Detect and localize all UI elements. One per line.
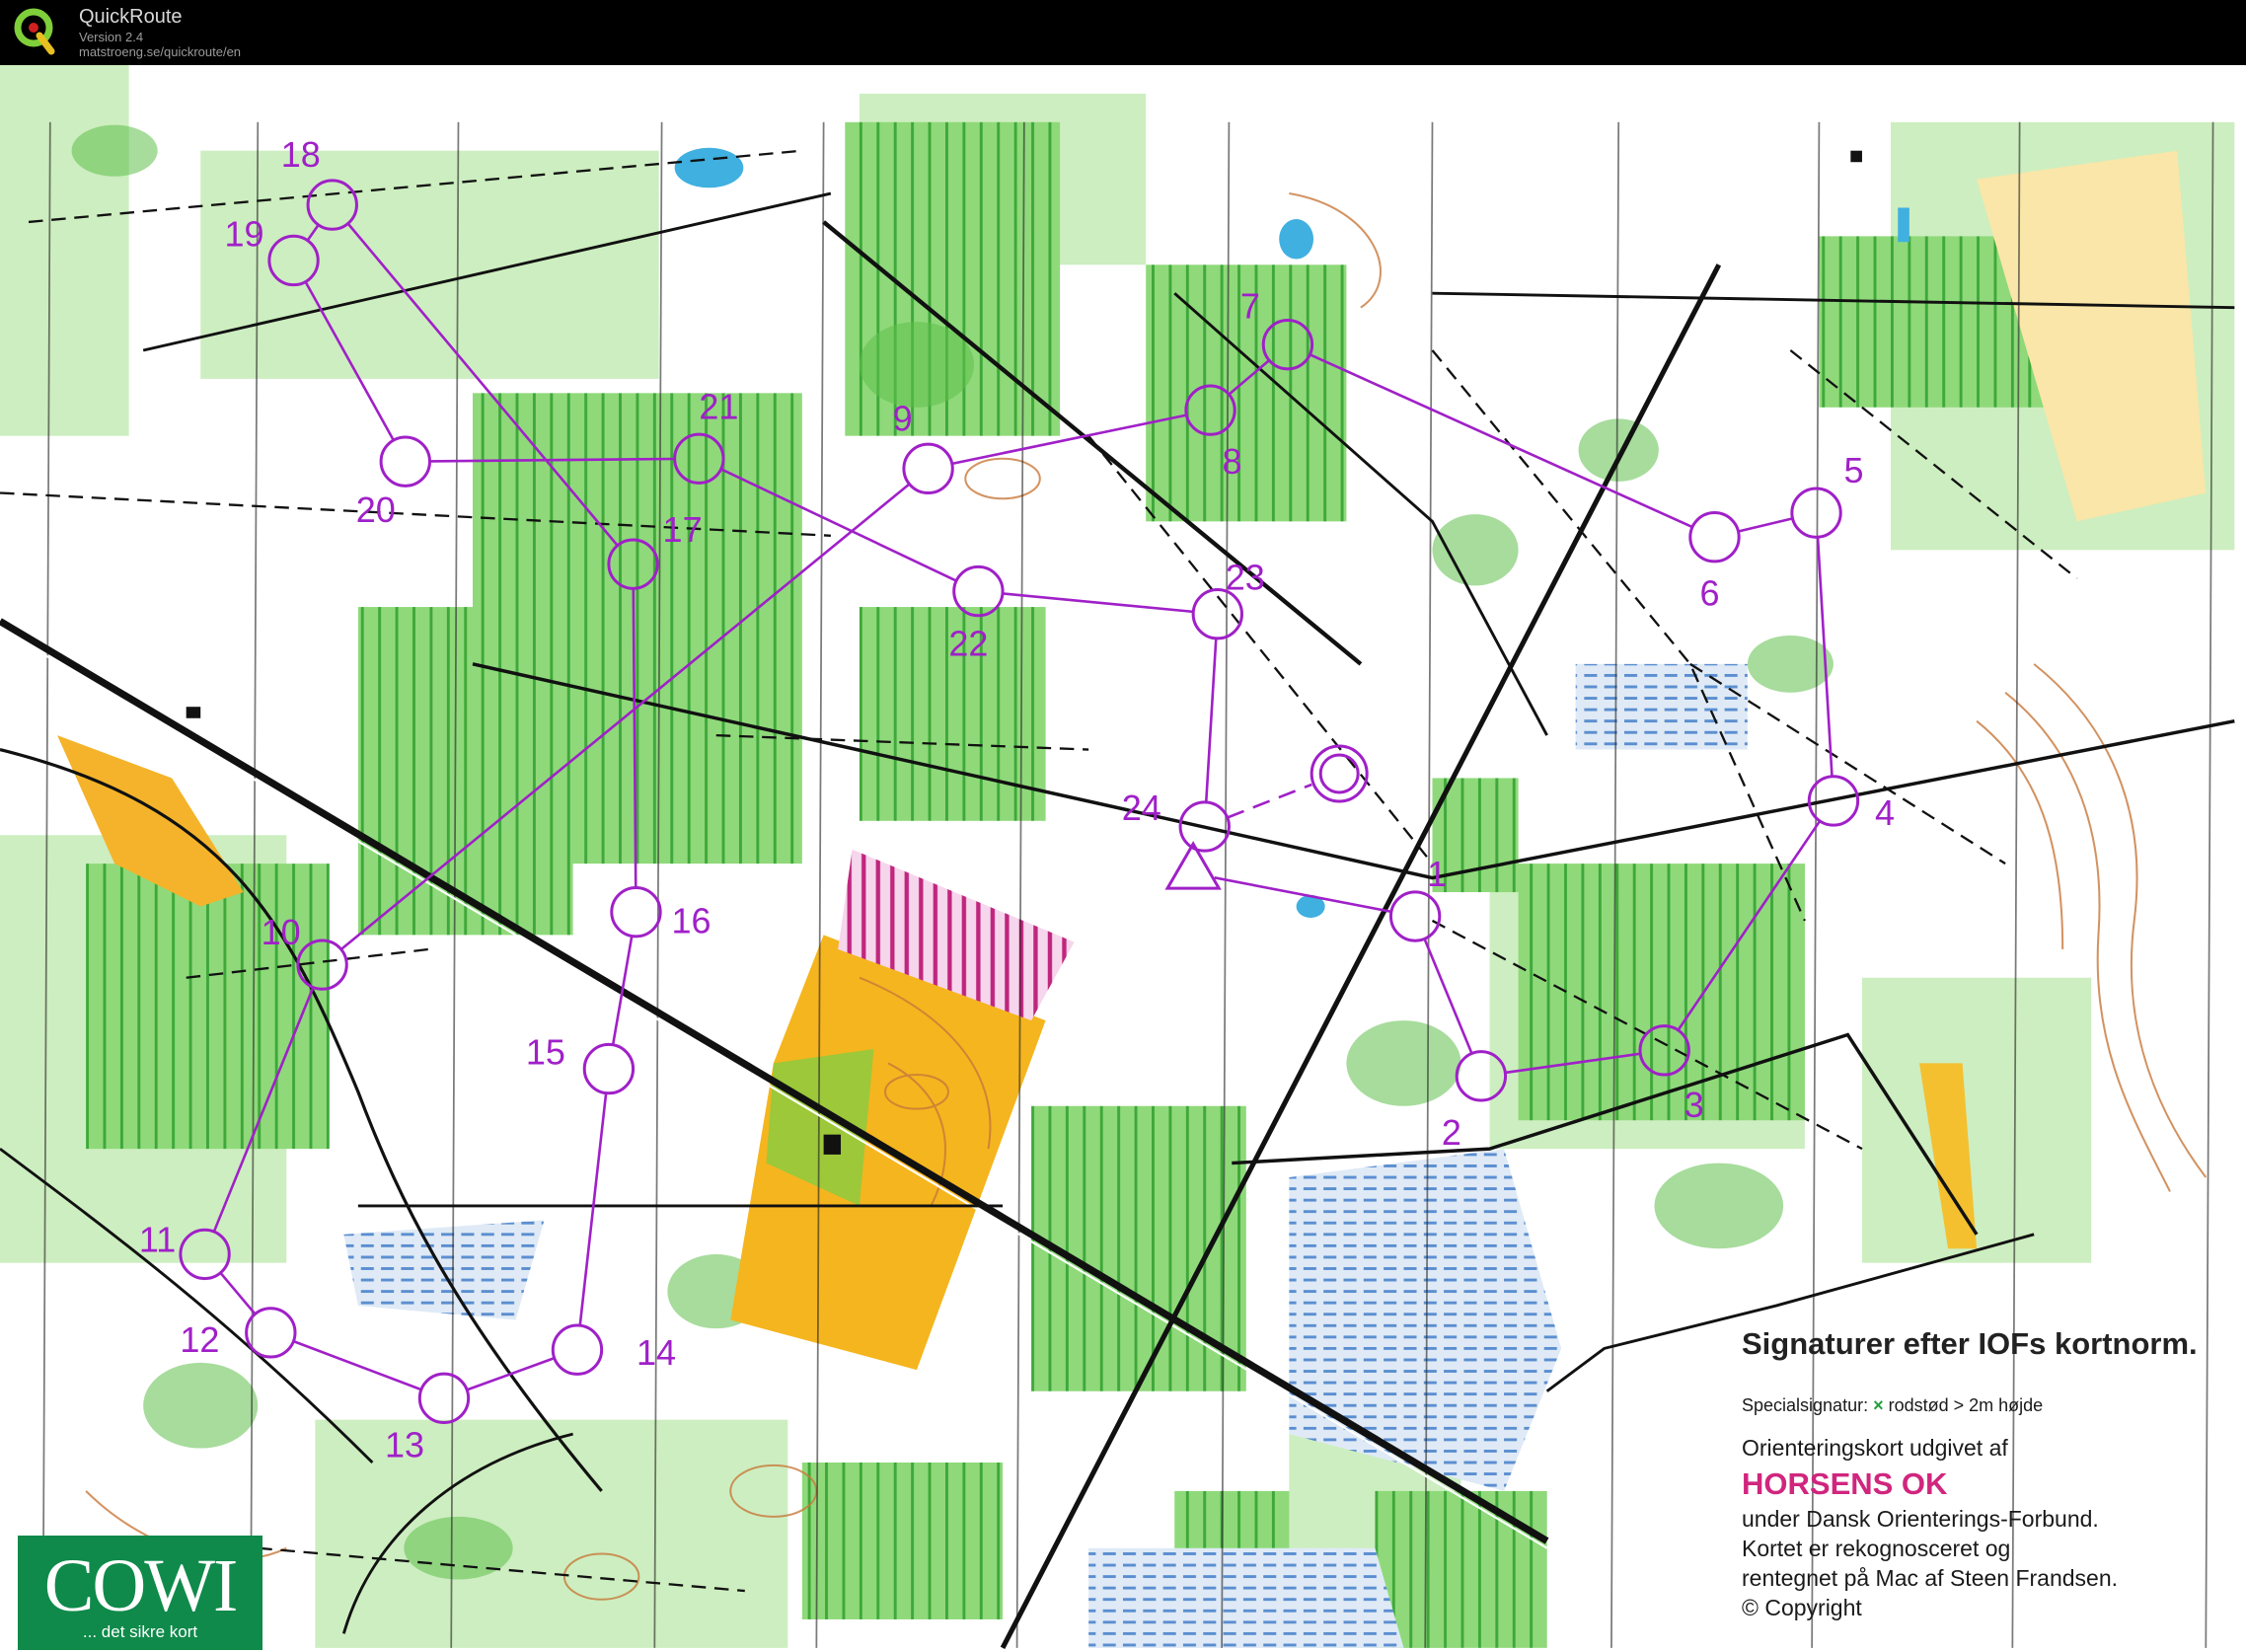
control-number: 15	[526, 1032, 565, 1073]
control-number: 2	[1442, 1112, 1461, 1153]
control-number: 9	[893, 398, 913, 438]
control-number: 10	[262, 912, 301, 952]
control-number: 3	[1684, 1085, 1704, 1125]
title-bar: QuickRoute Version 2.4 matstroeng.se/qui…	[0, 0, 2246, 65]
legend-copyright: © Copyright	[1742, 1595, 1862, 1620]
control-number: 22	[948, 624, 988, 664]
control-number: 18	[281, 134, 321, 175]
control-number: 13	[385, 1424, 424, 1464]
control-number: 5	[1844, 450, 1864, 490]
control-number: 11	[139, 1219, 176, 1259]
control-number: 14	[636, 1332, 676, 1373]
control-number: 7	[1240, 286, 1260, 327]
control-number: 21	[699, 386, 738, 426]
cowi-name: COWI	[43, 1544, 239, 1627]
control-number: 16	[671, 901, 711, 941]
app-version: Version 2.4	[79, 30, 144, 44]
legend-title: Signaturer efter IOFs kortnorm.	[1742, 1326, 2198, 1361]
legend-special-mark-icon: ×	[1873, 1395, 1884, 1415]
legend-special-text: rodstød > 2m højde	[1888, 1395, 2044, 1415]
legend-drawn: rentegnet på Mac af Steen Frandsen.	[1742, 1565, 2119, 1591]
control-number: 1	[1427, 854, 1447, 894]
legend-special: Specialsignatur: × rodstød > 2m højde	[1742, 1395, 2043, 1416]
control-number: 20	[356, 489, 396, 530]
legend-recon: Kortet er rekognosceret og	[1742, 1536, 2011, 1561]
control-number: 17	[663, 509, 703, 550]
legend-club: HORSENS OK	[1742, 1466, 1948, 1501]
app-url: matstroeng.se/quickroute/en	[79, 44, 242, 59]
app-name: QuickRoute	[79, 6, 183, 28]
legend-special-label: Specialsignatur:	[1742, 1395, 1869, 1415]
control-number: 24	[1122, 788, 1161, 828]
cowi-logo: COWI ... det sikre kort	[18, 1536, 262, 1650]
cowi-tagline: ... det sikre kort	[82, 1622, 198, 1641]
control-number: 12	[180, 1319, 219, 1360]
control-number: 8	[1223, 441, 1242, 482]
legend-under: under Dansk Orienterings-Forbund.	[1742, 1506, 2099, 1532]
control-number: 6	[1699, 573, 1719, 614]
orienteering-map[interactable]: 1 2 3 4 5 6 7 8 9 10 11 12 13 14 15 16 17 18 19 20 21 22 23 24 …	[0, 65, 2246, 1652]
legend-publisher: Orienteringskort udgivet af	[1742, 1435, 2008, 1461]
control-number: 19	[225, 213, 264, 254]
control-number: 4	[1875, 792, 1895, 833]
control-number: 23	[1226, 558, 1265, 598]
quickroute-logo-icon	[14, 8, 55, 55]
